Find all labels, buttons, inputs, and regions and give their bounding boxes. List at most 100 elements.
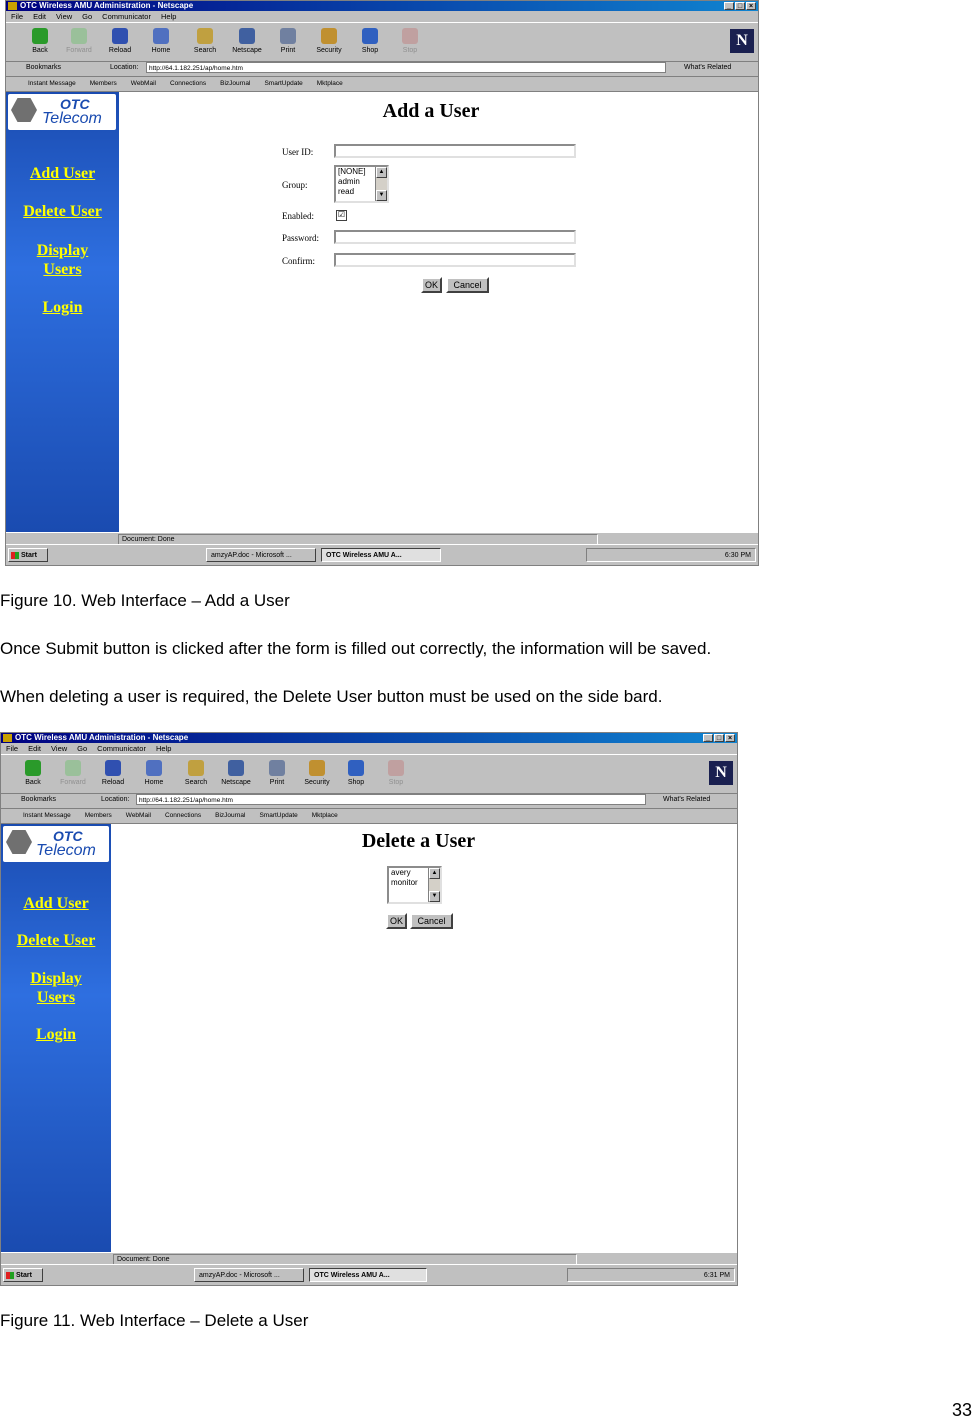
minimize-button[interactable]: _ bbox=[703, 734, 713, 742]
password-input[interactable] bbox=[334, 230, 576, 244]
home-button[interactable]: Home bbox=[143, 26, 179, 58]
forward-button[interactable]: Forward bbox=[55, 758, 91, 790]
ok-button[interactable]: OK bbox=[421, 277, 442, 293]
search-button[interactable]: Search bbox=[178, 758, 214, 790]
menu-view[interactable]: View bbox=[51, 743, 67, 754]
lock-icon bbox=[309, 760, 325, 776]
nav-add-user[interactable]: Add User bbox=[1, 894, 111, 914]
menu-edit[interactable]: Edit bbox=[28, 743, 41, 754]
personal-toolbar: Instant Message Members WebMail Connecti… bbox=[6, 76, 758, 92]
reload-button[interactable]: Reload bbox=[95, 758, 131, 790]
reload-button[interactable]: Reload bbox=[102, 26, 138, 58]
scroll-up-icon[interactable]: ▲ bbox=[429, 868, 440, 879]
pbar-instant-message[interactable]: Instant Message bbox=[23, 808, 71, 823]
otc-telecom-logo: OTC Telecom bbox=[8, 94, 116, 130]
pbar-connections[interactable]: Connections bbox=[170, 76, 206, 91]
pbar-instant-message[interactable]: Instant Message bbox=[28, 76, 76, 91]
maximize-button[interactable]: □ bbox=[735, 2, 745, 10]
whats-related-button[interactable]: What's Related bbox=[663, 792, 710, 808]
start-button[interactable]: Start bbox=[3, 1268, 43, 1282]
close-button[interactable]: × bbox=[746, 2, 756, 10]
whats-related-button[interactable]: What's Related bbox=[684, 60, 731, 76]
shop-icon bbox=[348, 760, 364, 776]
menu-view[interactable]: View bbox=[56, 11, 72, 22]
menu-go[interactable]: Go bbox=[77, 743, 87, 754]
forward-button[interactable]: Forward bbox=[61, 26, 97, 58]
pbar-webmail[interactable]: WebMail bbox=[131, 76, 156, 91]
pbar-bizjournal[interactable]: BizJournal bbox=[215, 808, 245, 823]
security-button[interactable]: Security bbox=[311, 26, 347, 58]
security-button[interactable]: Security bbox=[299, 758, 335, 790]
minimize-button[interactable]: _ bbox=[724, 2, 734, 10]
enabled-checkbox[interactable]: ☑ bbox=[336, 210, 347, 221]
pbar-smartupdate[interactable]: SmartUpdate bbox=[259, 808, 297, 823]
nav-add-user[interactable]: Add User bbox=[6, 164, 119, 184]
task-word-document[interactable]: amzyAP.doc - Microsoft ... bbox=[206, 548, 316, 562]
nav-delete-user[interactable]: Delete User bbox=[1, 931, 111, 951]
maximize-button[interactable]: □ bbox=[714, 734, 724, 742]
print-button[interactable]: Print bbox=[270, 26, 306, 58]
sidebar: OTC Telecom Add User Delete User Display… bbox=[6, 92, 119, 532]
pbar-members[interactable]: Members bbox=[85, 808, 112, 823]
menu-help[interactable]: Help bbox=[161, 11, 176, 22]
cancel-button[interactable]: Cancel bbox=[410, 913, 453, 929]
shop-button[interactable]: Shop bbox=[338, 758, 374, 790]
search-button[interactable]: Search bbox=[187, 26, 223, 58]
url-field[interactable]: http://64.1.182.251/ap/home.htm bbox=[146, 62, 666, 73]
figure-11-caption: Figure 11. Web Interface – Delete a User bbox=[0, 1311, 309, 1330]
user-id-input[interactable] bbox=[334, 144, 576, 158]
pbar-webmail[interactable]: WebMail bbox=[126, 808, 151, 823]
nav-display[interactable]: Display bbox=[6, 241, 119, 261]
scroll-down-icon[interactable]: ▼ bbox=[429, 891, 440, 902]
menu-file[interactable]: File bbox=[11, 11, 23, 22]
user-listbox[interactable]: avery monitor ▲ ▼ bbox=[387, 866, 442, 904]
pbar-smartupdate[interactable]: SmartUpdate bbox=[264, 76, 302, 91]
ok-button[interactable]: OK bbox=[386, 913, 407, 929]
menu-help[interactable]: Help bbox=[156, 743, 171, 754]
netscape-button[interactable]: Netscape bbox=[218, 758, 254, 790]
url-field[interactable]: http://64.1.182.251/ap/home.htm bbox=[136, 794, 646, 805]
forward-arrow-icon bbox=[65, 760, 81, 776]
pbar-connections[interactable]: Connections bbox=[165, 808, 201, 823]
nav-users[interactable]: Users bbox=[6, 260, 119, 280]
bookmarks-button[interactable]: Bookmarks bbox=[21, 792, 56, 808]
menu-communicator[interactable]: Communicator bbox=[97, 743, 146, 754]
pbar-members[interactable]: Members bbox=[90, 76, 117, 91]
pbar-mktplace[interactable]: Mktplace bbox=[312, 808, 338, 823]
menu-bar: File Edit View Go Communicator Help bbox=[6, 11, 758, 22]
scroll-up-icon[interactable]: ▲ bbox=[376, 167, 387, 178]
task-word-document[interactable]: amzyAP.doc - Microsoft ... bbox=[194, 1268, 304, 1282]
scroll-down-icon[interactable]: ▼ bbox=[376, 190, 387, 201]
listbox-scrollbar[interactable]: ▲ ▼ bbox=[375, 167, 387, 201]
group-listbox[interactable]: [NONE] admin read ▲ ▼ bbox=[334, 165, 389, 203]
print-button[interactable]: Print bbox=[259, 758, 295, 790]
nav-login[interactable]: Login bbox=[6, 298, 119, 318]
back-button[interactable]: Back bbox=[15, 758, 51, 790]
listbox-scrollbar[interactable]: ▲ ▼ bbox=[428, 868, 440, 902]
menu-file[interactable]: File bbox=[6, 743, 18, 754]
menu-communicator[interactable]: Communicator bbox=[102, 11, 151, 22]
pbar-mktplace[interactable]: Mktplace bbox=[317, 76, 343, 91]
back-button[interactable]: Back bbox=[22, 26, 58, 58]
pbar-bizjournal[interactable]: BizJournal bbox=[220, 76, 250, 91]
task-netscape[interactable]: OTC Wireless AMU A... bbox=[321, 548, 441, 562]
stop-button[interactable]: Stop bbox=[378, 758, 414, 790]
netscape-logo: N bbox=[709, 761, 733, 785]
paragraph-delete: When deleting a user is required, the De… bbox=[0, 687, 663, 706]
close-button[interactable]: × bbox=[725, 734, 735, 742]
start-button[interactable]: Start bbox=[8, 548, 48, 562]
netscape-button[interactable]: Netscape bbox=[229, 26, 265, 58]
nav-users[interactable]: Users bbox=[1, 988, 111, 1008]
nav-login[interactable]: Login bbox=[1, 1025, 111, 1045]
cancel-button[interactable]: Cancel bbox=[446, 277, 489, 293]
menu-go[interactable]: Go bbox=[82, 11, 92, 22]
nav-delete-user[interactable]: Delete User bbox=[6, 202, 119, 222]
task-netscape[interactable]: OTC Wireless AMU A... bbox=[309, 1268, 427, 1282]
bookmarks-button[interactable]: Bookmarks bbox=[26, 60, 61, 76]
nav-display[interactable]: Display bbox=[1, 969, 111, 989]
stop-button[interactable]: Stop bbox=[392, 26, 428, 58]
confirm-input[interactable] bbox=[334, 253, 576, 267]
home-button[interactable]: Home bbox=[136, 758, 172, 790]
menu-edit[interactable]: Edit bbox=[33, 11, 46, 22]
shop-button[interactable]: Shop bbox=[352, 26, 388, 58]
